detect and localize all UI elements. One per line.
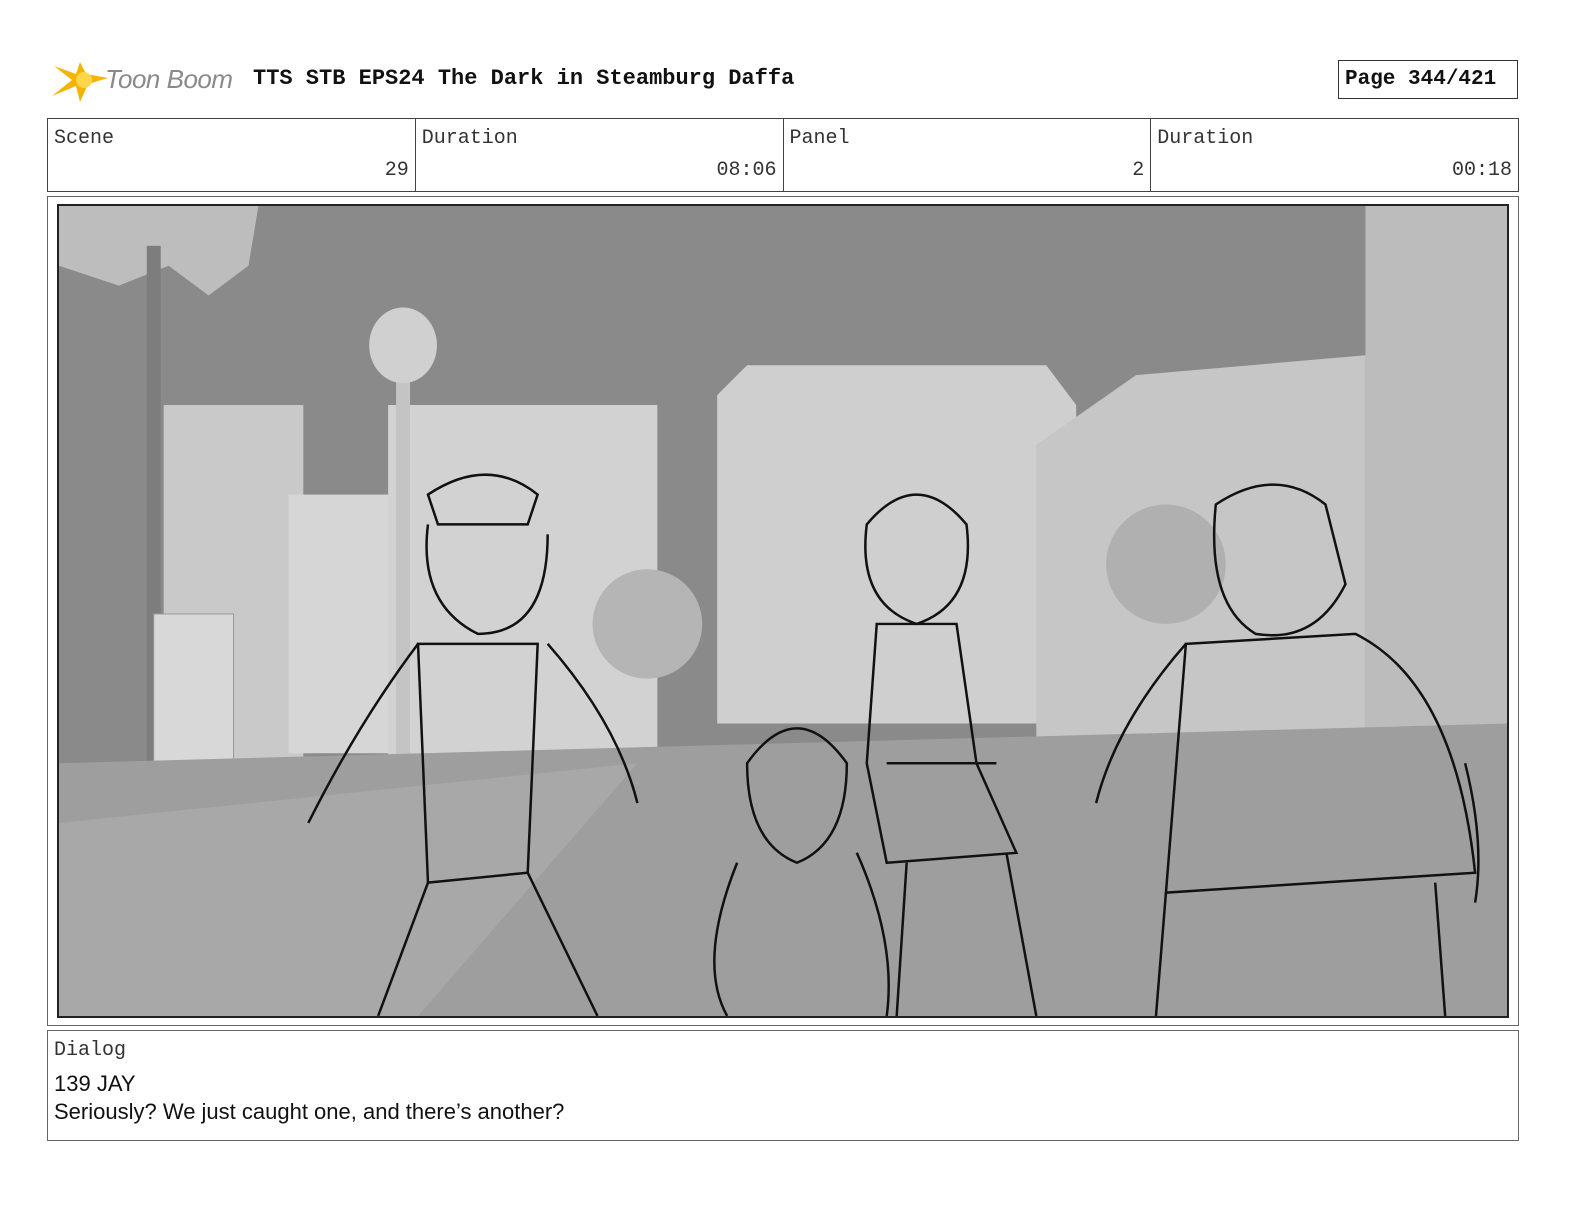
storyboard-panel-image — [57, 204, 1509, 1018]
page-indicator: Page 344/421 — [1338, 60, 1518, 99]
panel-duration-cell: Duration 00:18 — [1151, 119, 1518, 191]
panel-cell: Panel 2 — [784, 119, 1152, 191]
scene-label: Scene — [54, 127, 115, 150]
dialog-speaker: 139 JAY — [54, 1071, 136, 1096]
scene-duration-value: 08:06 — [716, 159, 777, 182]
toon-boom-logo: Toon Boom — [50, 56, 240, 106]
dialog-label: Dialog — [54, 1039, 127, 1062]
panel-duration-value: 00:18 — [1451, 159, 1512, 182]
dialog-line: Seriously? We just caught one, and there… — [54, 1099, 565, 1124]
logo-text: Toon Boom — [105, 64, 233, 94]
panel-value: 2 — [1132, 159, 1145, 182]
scene-info-table: Scene 29 Duration 08:06 Panel 2 Duration… — [47, 118, 1519, 192]
scene-value: 29 — [384, 159, 409, 182]
flame-logo-icon — [52, 62, 108, 102]
scene-duration-label: Duration — [421, 127, 518, 150]
scene-duration-cell: Duration 08:06 — [416, 119, 784, 191]
panel-label: Panel — [789, 127, 850, 150]
document-title: TTS STB EPS24 The Dark in Steamburg Daff… — [253, 66, 795, 91]
panel-duration-label: Duration — [1157, 127, 1254, 150]
dialog-box: Dialog 139 JAY Seriously? We just caught… — [47, 1030, 1519, 1141]
page-number: Page 344/421 — [1345, 68, 1497, 91]
street-scene-illustration — [59, 206, 1507, 1016]
scene-cell: Scene 29 — [48, 119, 416, 191]
